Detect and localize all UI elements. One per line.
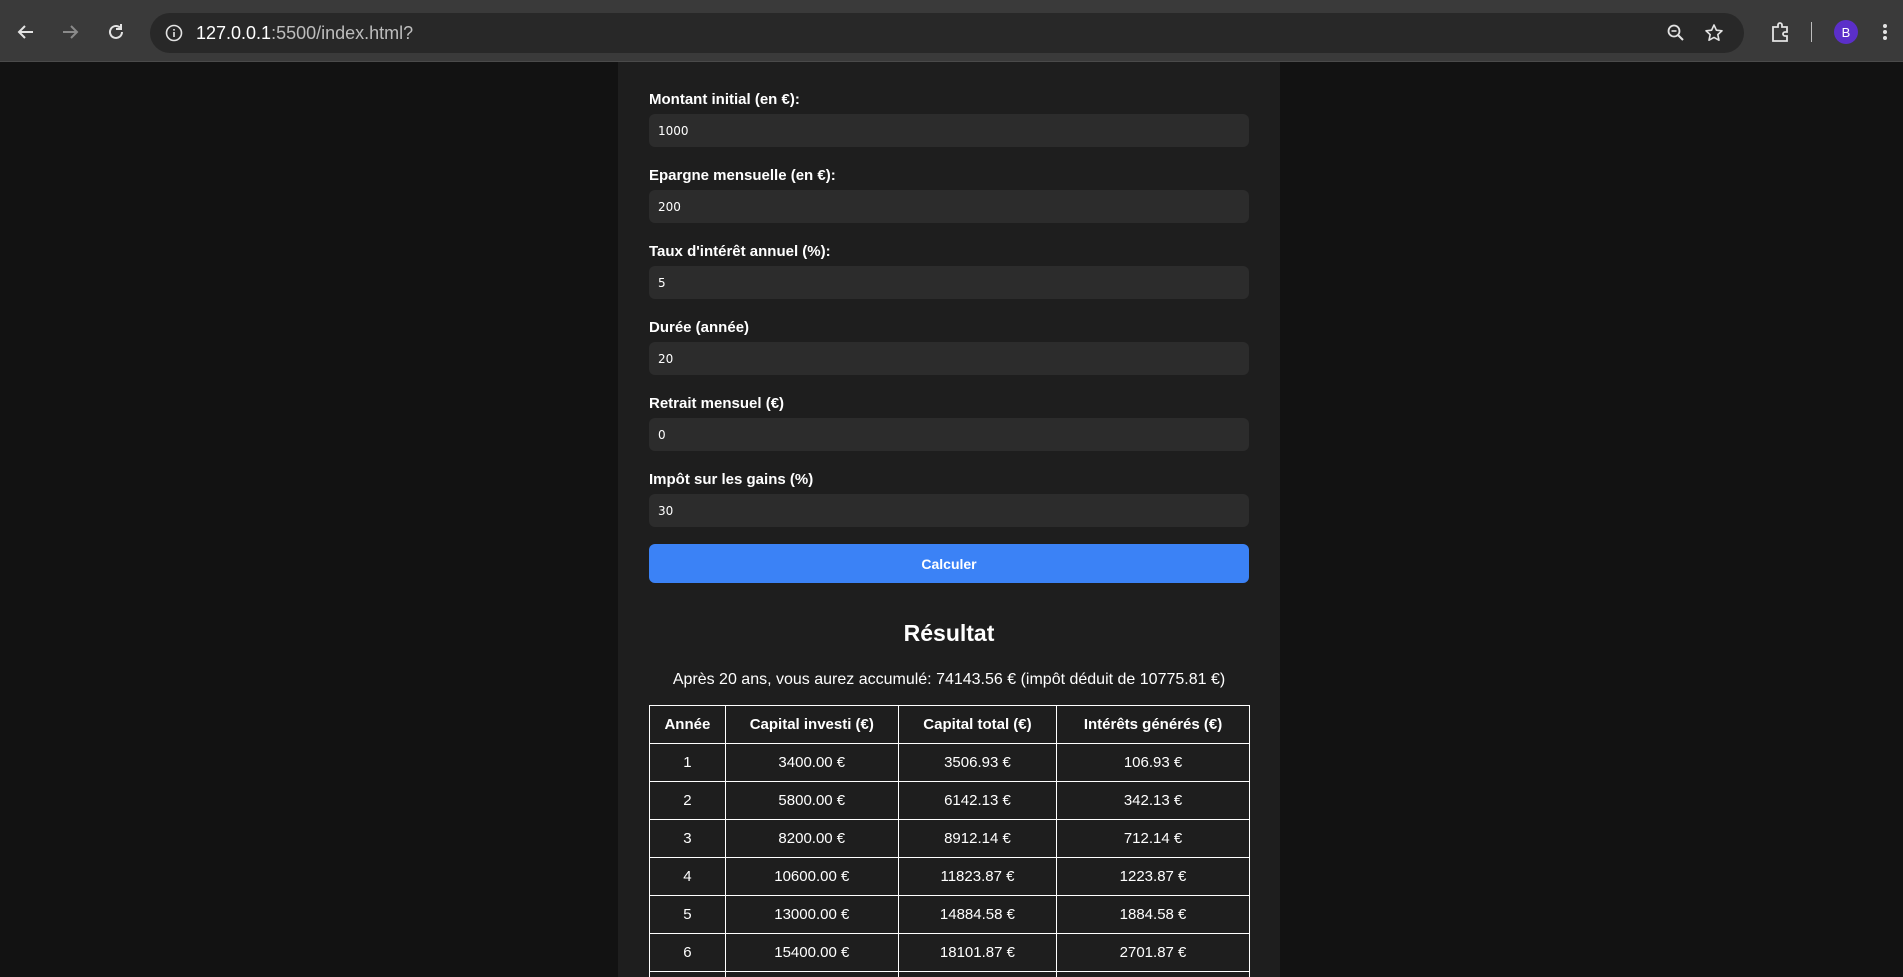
url-text[interactable]: 127.0.0.1:5500/index.html? <box>196 23 413 44</box>
cell-year: 3 <box>649 819 726 858</box>
duration-label: Durée (année) <box>649 319 750 336</box>
calculator-panel: Montant initial (en €): Epargne mensuell… <box>618 62 1280 977</box>
calculate-button[interactable]: Calculer <box>649 544 1249 583</box>
page-viewport: Montant initial (en €): Epargne mensuell… <box>0 62 1903 977</box>
tax-rate-input[interactable] <box>649 494 1249 527</box>
cell-year: 5 <box>649 895 726 934</box>
profile-avatar[interactable]: B <box>1834 20 1858 44</box>
clipped-heading-fragment <box>1138 62 1238 64</box>
header-year: Année <box>649 705 726 744</box>
reload-icon[interactable] <box>98 14 134 50</box>
interest-rate-label: Taux d'intérêt annuel (%): <box>649 243 831 260</box>
header-invested: Capital investi (€) <box>724 705 899 744</box>
cell-interest: 712.14 € <box>1056 819 1250 858</box>
header-total: Capital total (€) <box>897 705 1058 744</box>
site-info-icon[interactable] <box>162 21 186 45</box>
cell-invested: 8200.00 € <box>724 819 899 858</box>
cell-invested: 13000.00 € <box>724 895 899 934</box>
cell-invested: 3400.00 € <box>724 743 899 782</box>
result-title: Résultat <box>903 620 995 646</box>
monthly-savings-input[interactable] <box>649 190 1249 223</box>
cell-interest: 1223.87 € <box>1056 857 1250 896</box>
browser-toolbar: 127.0.0.1:5500/index.html? B <box>0 0 1903 62</box>
cell-invested: 15400.00 € <box>724 933 899 972</box>
cell-total: 14884.58 € <box>897 895 1058 934</box>
cell-total: 6142.13 € <box>897 781 1058 820</box>
monthly-withdrawal-input[interactable] <box>649 418 1249 451</box>
cell-year: 1 <box>649 743 726 782</box>
cell-total: 11823.87 € <box>897 857 1058 896</box>
cell-total: 3506.93 € <box>897 743 1058 782</box>
monthly-savings-label: Epargne mensuelle (en €): <box>649 167 836 184</box>
cell-invested: 5800.00 € <box>724 781 899 820</box>
cell-interest: 342.13 € <box>1056 781 1250 820</box>
initial-amount-label: Montant initial (en €): <box>649 91 800 108</box>
table-row: 1 3400.00 € 3506.93 € 106.93 € <box>649 743 1250 782</box>
table-row: 5 13000.00 € 14884.58 € 1884.58 € <box>649 895 1250 934</box>
cell-total: 8912.14 € <box>897 819 1058 858</box>
monthly-withdrawal-label: Retrait mensuel (€) <box>649 395 785 412</box>
menu-kebab-icon[interactable] <box>1867 14 1903 50</box>
results-table: Année Capital investi (€) Capital total … <box>649 705 1250 977</box>
address-bar[interactable]: 127.0.0.1:5500/index.html? <box>150 13 1744 53</box>
cell-interest: 1884.58 € <box>1056 895 1250 934</box>
back-icon[interactable] <box>8 14 44 50</box>
cell-interest: 2701.87 € <box>1056 933 1250 972</box>
duration-input[interactable] <box>649 342 1249 375</box>
table-row: 4 10600.00 € 11823.87 € 1223.87 € <box>649 857 1250 896</box>
initial-amount-input[interactable] <box>649 114 1249 147</box>
cell-total: 18101.87 € <box>897 933 1058 972</box>
header-interest: Intérêts générés (€) <box>1056 705 1250 744</box>
url-path: :5500/index.html? <box>271 23 414 43</box>
table-header-row: Année Capital investi (€) Capital total … <box>649 705 1250 744</box>
table-row: 2 5800.00 € 6142.13 € 342.13 € <box>649 781 1250 820</box>
result-summary: Après 20 ans, vous aurez accumulé: 74143… <box>672 671 1226 688</box>
cell-year: 2 <box>649 781 726 820</box>
cell-interest: 106.93 € <box>1056 743 1250 782</box>
cell-year: 6 <box>649 933 726 972</box>
toolbar-separator <box>1811 22 1812 42</box>
extensions-icon[interactable] <box>1762 14 1798 50</box>
table-row: 6 15400.00 € 18101.87 € 2701.87 € <box>649 933 1250 972</box>
cell-invested: 10600.00 € <box>724 857 899 896</box>
interest-rate-input[interactable] <box>649 266 1249 299</box>
url-host: 127.0.0.1 <box>196 23 272 43</box>
tax-rate-label: Impôt sur les gains (%) <box>649 471 814 488</box>
table-row: 3 8200.00 € 8912.14 € 712.14 € <box>649 819 1250 858</box>
bookmark-star-icon[interactable] <box>1702 21 1726 45</box>
forward-icon[interactable] <box>52 14 88 50</box>
zoom-icon[interactable] <box>1664 21 1688 45</box>
cell-year: 4 <box>649 857 726 896</box>
table-row-partial <box>649 971 1250 977</box>
